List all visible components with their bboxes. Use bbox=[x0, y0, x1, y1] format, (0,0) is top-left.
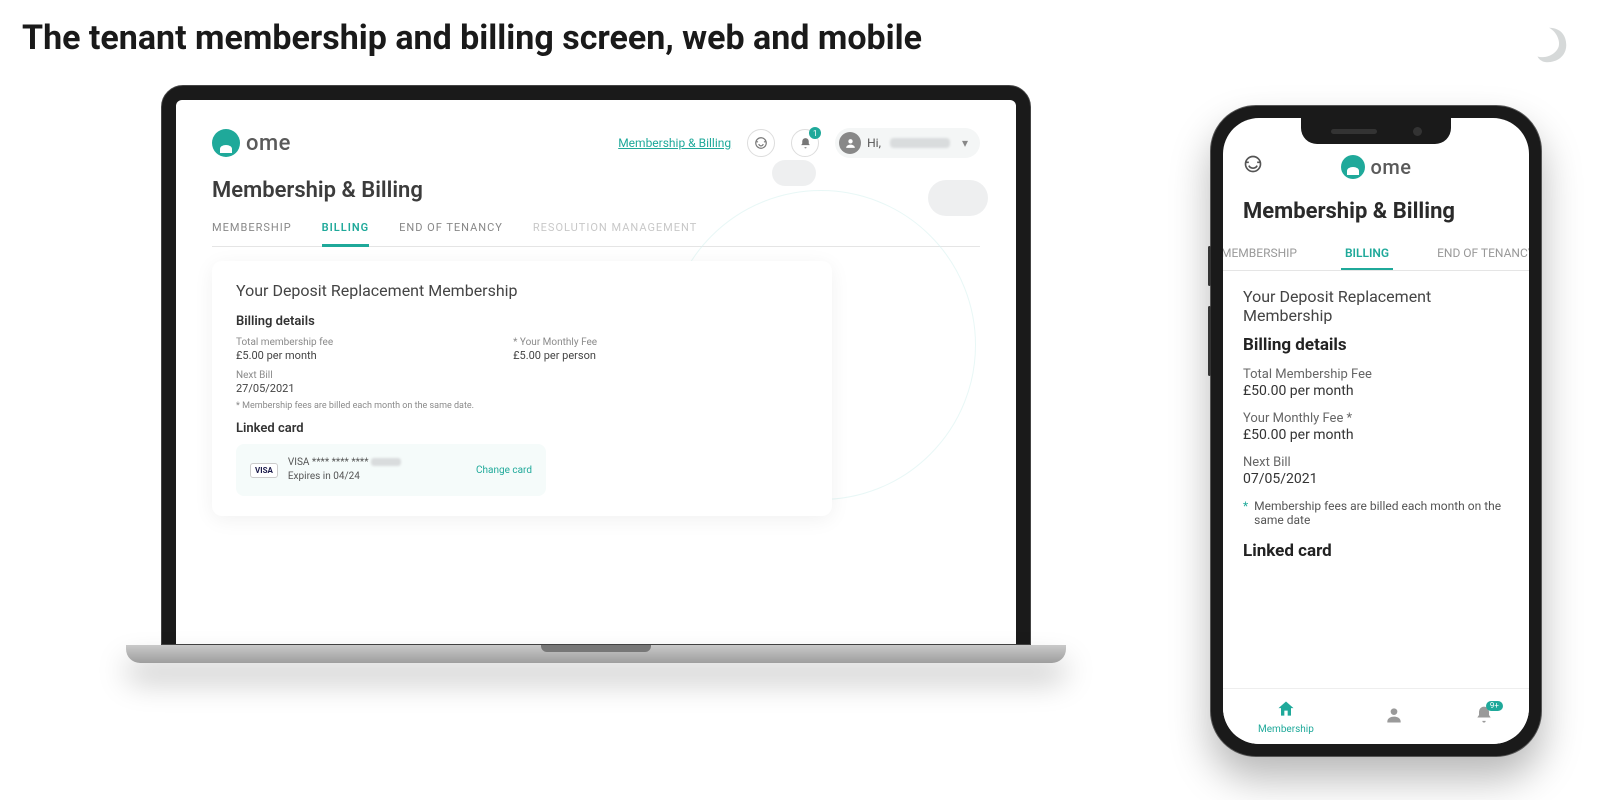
next-bill-value: 07/05/2021 bbox=[1243, 471, 1509, 487]
laptop-mockup: ome Membership & Billing 1 bbox=[126, 85, 1066, 765]
total-fee-value: £50.00 per month bbox=[1243, 383, 1509, 399]
user-name-redacted bbox=[890, 138, 950, 148]
nav-label: Membership bbox=[1258, 724, 1314, 735]
support-icon[interactable] bbox=[747, 129, 775, 157]
page-title: The tenant membership and billing screen… bbox=[22, 18, 922, 58]
billing-note: * Membership fees are billed each month … bbox=[1243, 499, 1509, 527]
card-last4-redacted bbox=[371, 458, 401, 466]
home-icon bbox=[1276, 699, 1296, 723]
monthly-fee-label: Your Monthly Fee * bbox=[1243, 411, 1509, 426]
brand-logo[interactable]: ome bbox=[212, 129, 291, 157]
logo-icon bbox=[1341, 155, 1365, 179]
tab-resolution-management: RESOLUTION MANAGEMENT bbox=[533, 211, 697, 246]
brand-logo[interactable]: ome bbox=[1341, 155, 1412, 179]
total-fee-value: £5.00 per month bbox=[236, 349, 333, 362]
greeting-text: Hi, bbox=[867, 136, 881, 150]
tab-membership[interactable]: MEMBERSHIP bbox=[212, 211, 292, 246]
tab-billing[interactable]: BILLING bbox=[322, 211, 369, 247]
asterisk-icon: * bbox=[1243, 499, 1248, 527]
tab-end-of-tenancy[interactable]: END OF TENANCY bbox=[399, 211, 503, 246]
monthly-fee-label: * Your Monthly Fee bbox=[513, 337, 597, 348]
decorative-cloud bbox=[772, 160, 816, 186]
change-card-link[interactable]: Change card bbox=[476, 465, 532, 476]
support-icon[interactable] bbox=[1243, 154, 1263, 179]
nav-notifications[interactable]: 9+ bbox=[1474, 705, 1494, 729]
logo-text: ome bbox=[246, 131, 291, 156]
mobile-page-title: Membership & Billing bbox=[1243, 199, 1509, 224]
brand-leaf-logo bbox=[1526, 22, 1572, 68]
mobile-tabs: MEMBERSHIP BILLING END OF TENANCY bbox=[1223, 238, 1529, 271]
logo-icon bbox=[212, 129, 240, 157]
total-fee-label: Total membership fee bbox=[236, 337, 333, 348]
tab-end-of-tenancy[interactable]: END OF TENANCY bbox=[1433, 238, 1529, 270]
linked-card-box: VISA VISA **** **** **** Expires in 04/2… bbox=[236, 444, 546, 496]
web-header: ome Membership & Billing 1 bbox=[212, 128, 980, 158]
tab-membership[interactable]: MEMBERSHIP bbox=[1223, 238, 1301, 270]
tab-billing[interactable]: BILLING bbox=[1341, 238, 1393, 271]
phone-mockup: ome Membership & Billing MEMBERSHIP BILL… bbox=[1210, 105, 1542, 757]
billing-note: * Membership fees are billed each month … bbox=[236, 401, 808, 411]
mobile-header: ome bbox=[1243, 154, 1509, 179]
monthly-fee-value: £5.00 per person bbox=[513, 349, 597, 362]
monthly-fee-value: £50.00 per month bbox=[1243, 427, 1509, 443]
next-bill-label: Next Bill bbox=[236, 370, 808, 381]
card-title: Your Deposit Replacement Membership bbox=[236, 281, 808, 300]
linked-card-heading: Linked card bbox=[236, 421, 808, 436]
nav-account[interactable] bbox=[1384, 705, 1404, 729]
decorative-cloud bbox=[928, 180, 988, 216]
notification-badge: 1 bbox=[809, 127, 821, 139]
total-fee-label: Total Membership Fee bbox=[1243, 367, 1509, 382]
notification-badge: 9+ bbox=[1486, 701, 1503, 711]
visa-badge-icon: VISA bbox=[250, 463, 278, 478]
bell-icon: 9+ bbox=[1474, 705, 1494, 729]
avatar-icon bbox=[839, 132, 861, 154]
user-menu[interactable]: Hi, ▾ bbox=[835, 128, 980, 158]
notifications-icon[interactable]: 1 bbox=[791, 129, 819, 157]
person-icon bbox=[1384, 705, 1404, 729]
next-bill-value: 27/05/2021 bbox=[236, 382, 808, 395]
nav-membership[interactable]: Membership bbox=[1258, 699, 1314, 735]
billing-details-heading: Billing details bbox=[236, 314, 808, 329]
next-bill-label: Next Bill bbox=[1243, 455, 1509, 470]
chevron-down-icon: ▾ bbox=[962, 136, 968, 150]
billing-card: Your Deposit Replacement Membership Bill… bbox=[212, 261, 832, 516]
card-masked-number: VISA **** **** **** bbox=[288, 457, 369, 468]
mobile-bottom-nav: Membership 9+ bbox=[1223, 688, 1529, 744]
billing-details-heading: Billing details bbox=[1243, 335, 1509, 355]
mobile-section-title: Your Deposit Replacement Membership bbox=[1243, 287, 1509, 325]
card-expiry: Expires in 04/24 bbox=[288, 470, 401, 484]
membership-billing-link[interactable]: Membership & Billing bbox=[618, 136, 731, 150]
linked-card-heading: Linked card bbox=[1243, 541, 1509, 561]
logo-text: ome bbox=[1371, 155, 1412, 179]
